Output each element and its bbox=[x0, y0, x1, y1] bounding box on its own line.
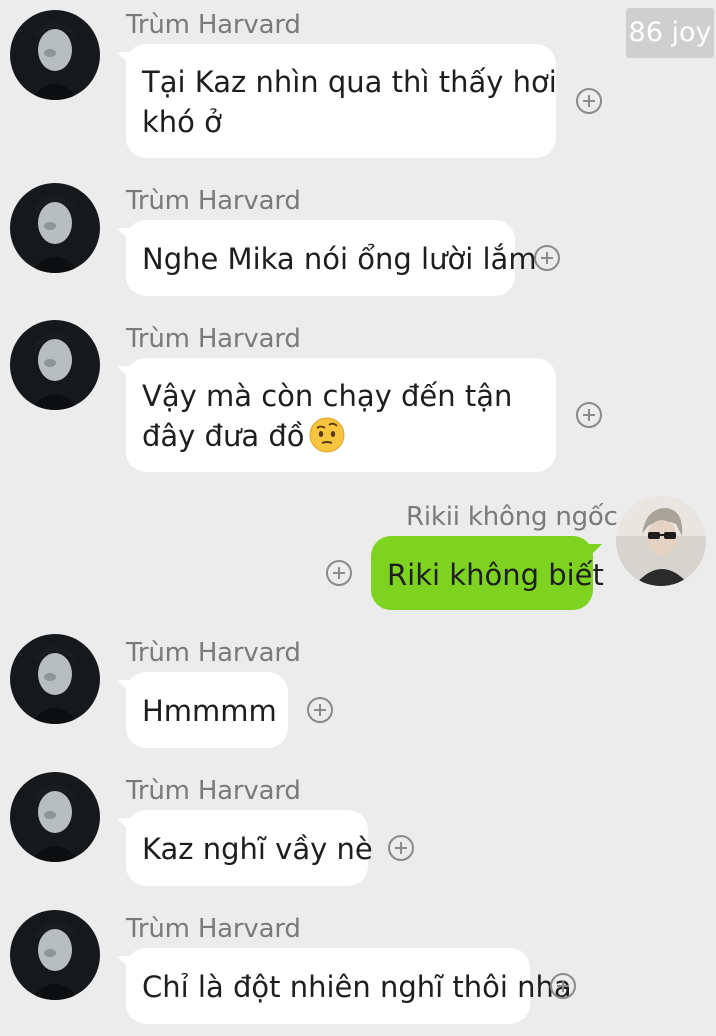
add-reaction-icon[interactable] bbox=[576, 88, 602, 114]
message-text-line: khó ở bbox=[142, 105, 222, 139]
avatar[interactable] bbox=[10, 910, 100, 1000]
avatar[interactable] bbox=[10, 320, 100, 410]
sender-name: Trùm Harvard bbox=[126, 914, 301, 944]
add-reaction-icon[interactable] bbox=[326, 560, 352, 586]
sender-name: Trùm Harvard bbox=[126, 638, 301, 668]
sender-name: Trùm Harvard bbox=[126, 324, 301, 354]
message-text-line: Riki không biết bbox=[387, 558, 604, 592]
message-text-line: Hmmmm bbox=[142, 694, 277, 728]
add-reaction-icon[interactable] bbox=[576, 402, 602, 428]
sender-name: Trùm Harvard bbox=[126, 776, 301, 806]
message-bubble[interactable]: Hmmmm bbox=[126, 672, 288, 748]
avatar[interactable] bbox=[10, 634, 100, 724]
avatar[interactable] bbox=[10, 772, 100, 862]
message-text-line: Kaz nghĩ vầy nè bbox=[142, 832, 373, 866]
message-text-line: Vậy mà còn chạy đến tận bbox=[142, 379, 513, 413]
add-reaction-icon[interactable] bbox=[534, 245, 560, 271]
message-bubble[interactable]: Riki không biết bbox=[371, 536, 604, 610]
message-text-line: Nghe Mika nói ổng lười lắm bbox=[142, 242, 537, 276]
avatar[interactable] bbox=[10, 10, 100, 100]
face-with-raised-eyebrow-icon bbox=[309, 417, 345, 453]
avatar[interactable] bbox=[616, 496, 706, 586]
message-text-line: đây đưa đồ bbox=[142, 416, 540, 456]
message-bubble[interactable]: Nghe Mika nói ổng lười lắm bbox=[126, 220, 537, 296]
watermark: 86 joy bbox=[626, 8, 714, 58]
message-bubble[interactable]: Chỉ là đột nhiên nghĩ thôi nha bbox=[126, 948, 572, 1024]
message-text: đây đưa đồ bbox=[142, 419, 305, 453]
message-bubble[interactable]: Tại Kaz nhìn qua thì thấy hơi khó ở bbox=[126, 44, 557, 158]
sender-name: Trùm Harvard bbox=[126, 10, 301, 40]
sender-name: Trùm Harvard bbox=[126, 186, 301, 216]
add-reaction-icon[interactable] bbox=[550, 973, 576, 999]
avatar[interactable] bbox=[10, 183, 100, 273]
message-bubble[interactable]: Kaz nghĩ vầy nè bbox=[126, 810, 373, 886]
message-text-line: Tại Kaz nhìn qua thì thấy hơi bbox=[142, 65, 557, 99]
message-bubble[interactable]: Vậy mà còn chạy đến tận đây đưa đồ bbox=[126, 358, 556, 472]
message-text-line: Chỉ là đột nhiên nghĩ thôi nha bbox=[142, 970, 572, 1004]
add-reaction-icon[interactable] bbox=[388, 835, 414, 861]
add-reaction-icon[interactable] bbox=[307, 697, 333, 723]
sender-name: Rikii không ngốc bbox=[406, 502, 618, 532]
